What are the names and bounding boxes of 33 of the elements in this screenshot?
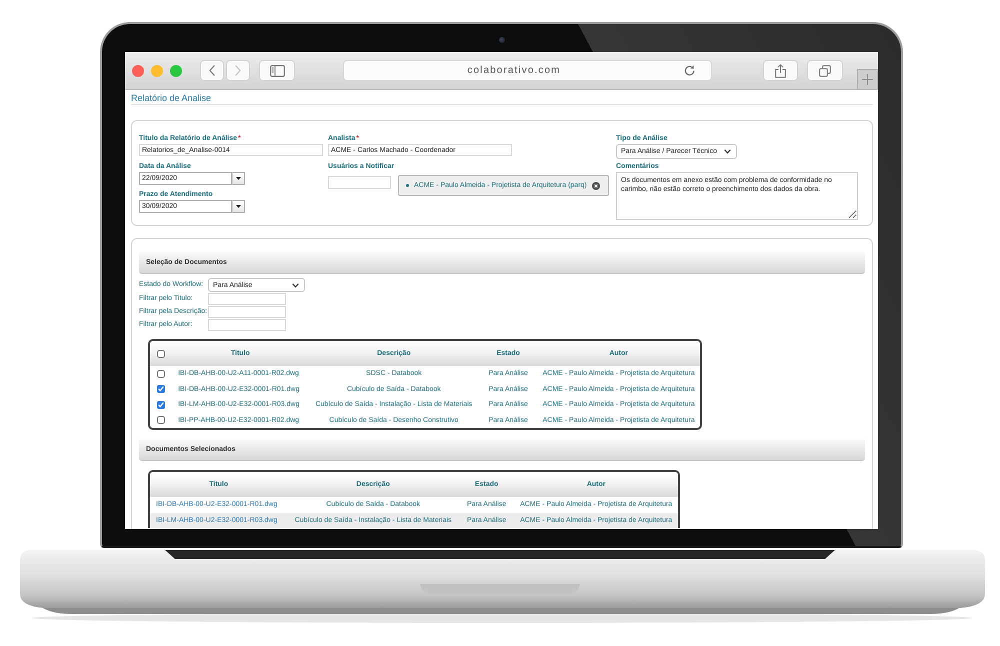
new-tab-button[interactable] xyxy=(857,69,878,89)
bullet-icon xyxy=(406,184,409,187)
share-button[interactable] xyxy=(763,60,798,81)
tabs-icon xyxy=(819,64,831,76)
chevron-left-icon xyxy=(209,65,215,76)
row-checkbox[interactable] xyxy=(157,370,166,378)
caret-down-icon xyxy=(236,205,241,208)
filter-input[interactable] xyxy=(208,306,286,318)
input-field[interactable] xyxy=(328,176,391,189)
reload-icon xyxy=(684,65,695,76)
tabs-button[interactable] xyxy=(807,60,843,81)
row-checkbox[interactable] xyxy=(157,416,166,424)
plus-icon xyxy=(862,74,873,85)
window-close-icon[interactable] xyxy=(132,64,144,76)
date-picker-button[interactable] xyxy=(232,200,245,213)
select-all-checkbox[interactable] xyxy=(157,350,166,358)
page-title: Relatório de Analise xyxy=(131,93,212,104)
chevron-right-icon xyxy=(235,65,241,76)
filter-input[interactable] xyxy=(208,293,286,305)
filter-input[interactable] xyxy=(208,319,286,331)
chevron-down-icon xyxy=(724,149,731,154)
row-checkbox[interactable] xyxy=(157,385,166,394)
sidebar-icon xyxy=(270,64,284,76)
row-checkbox[interactable] xyxy=(157,400,166,409)
caret-down-icon xyxy=(236,177,241,180)
sidebar-button[interactable] xyxy=(259,60,295,81)
date-picker-button[interactable] xyxy=(232,172,245,185)
close-icon[interactable] xyxy=(592,182,600,190)
camera-icon xyxy=(498,37,504,43)
share-icon xyxy=(775,64,786,78)
chevron-down-icon xyxy=(292,282,299,288)
address-bar[interactable]: colaborativo.com xyxy=(343,60,712,81)
back-button[interactable] xyxy=(200,60,224,81)
